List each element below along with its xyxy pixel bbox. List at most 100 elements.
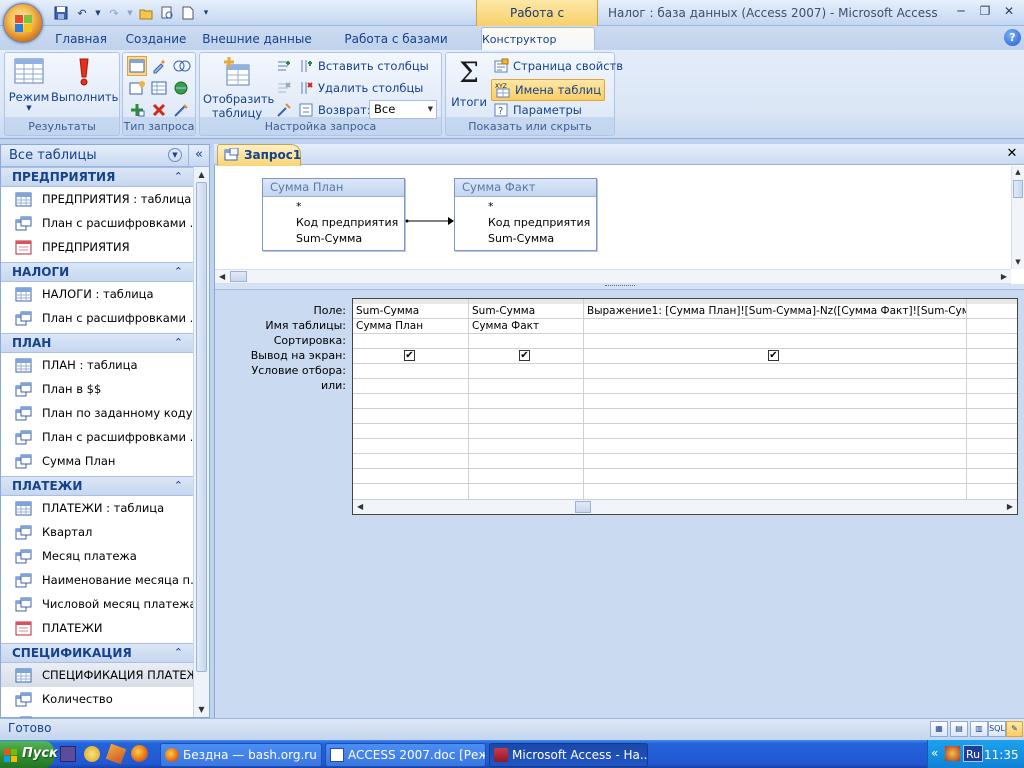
field-list-title[interactable]: Сумма Факт	[455, 179, 596, 197]
field-item[interactable]: *	[263, 199, 404, 215]
tab-home[interactable]: Главная	[50, 28, 112, 50]
sql-view-button[interactable]: SQL	[988, 721, 1006, 737]
nav-item[interactable]: Наименование месяца п...	[1, 568, 193, 592]
grid-hscrollbar[interactable]: ◀ ▶	[353, 499, 1017, 514]
field-item[interactable]: Код предприятия	[455, 215, 596, 231]
update-query-icon[interactable]	[151, 58, 167, 77]
grid-cell-table[interactable]: Сумма Факт	[469, 319, 583, 334]
nav-item[interactable]: ПРЕДПРИЯТИЯ	[1, 235, 193, 259]
nav-scrollbar[interactable]: ▲ ▼	[193, 167, 209, 717]
show-checkbox[interactable]: ✔	[768, 350, 779, 361]
run-button[interactable]: Выполнить	[51, 57, 118, 104]
undo-icon[interactable]: ↶	[73, 5, 91, 22]
nav-item[interactable]: ПЛАТЕЖИ : таблица	[1, 496, 193, 520]
nav-item[interactable]: ПЛАТЕЖИ	[1, 616, 193, 640]
nav-item[interactable]: ПРЕДПРИЯТИЯ : таблица	[1, 187, 193, 211]
query-design-grid[interactable]: Sum-Сумма Сумма План ✔ Sum-Сумма Сумма Ф…	[352, 298, 1018, 515]
nav-item[interactable]: Месяц платежа	[1, 544, 193, 568]
pivot-table-view-icon[interactable]: ▤	[950, 721, 968, 737]
show-checkbox[interactable]: ✔	[404, 350, 415, 361]
nav-collapse-icon[interactable]: «	[188, 145, 209, 167]
parameters-button[interactable]: ? Параметры	[493, 102, 582, 118]
grid-cell-table[interactable]: Сумма План	[353, 319, 467, 334]
field-item[interactable]: Sum-Сумма	[263, 231, 404, 247]
nav-item[interactable]: Числовой месяц платежа	[1, 592, 193, 616]
nav-item[interactable]: Сумма План	[1, 449, 193, 473]
return-dropdown-icon[interactable]: ▼	[428, 101, 433, 118]
scroll-right-icon[interactable]: ▶	[1007, 500, 1013, 514]
tab-database-tools[interactable]: Работа с базами данных	[322, 28, 470, 68]
tab-create[interactable]: Создание	[122, 28, 190, 50]
scroll-up-icon[interactable]: ▲	[1012, 166, 1024, 179]
scroll-thumb[interactable]	[575, 501, 591, 513]
builder-button[interactable]	[276, 102, 292, 118]
quicklaunch-firefox-icon[interactable]	[131, 745, 148, 762]
scroll-left-icon[interactable]: ◀	[357, 500, 363, 514]
redo-icon[interactable]: ↷	[105, 5, 123, 22]
task-access[interactable]: Microsoft Access - На...	[489, 743, 648, 767]
help-icon[interactable]: ?	[1004, 29, 1021, 46]
minimize-icon[interactable]: ─	[950, 2, 972, 20]
nav-scroll-down-icon[interactable]: ▼	[194, 702, 209, 717]
restore-icon[interactable]: ❐	[974, 2, 996, 20]
delete-columns-button[interactable]: Удалить столбцы	[298, 80, 423, 96]
nav-scroll-up-icon[interactable]: ▲	[194, 167, 209, 182]
start-button[interactable]: Пуск	[0, 741, 58, 768]
field-list-title[interactable]: Сумма План	[263, 179, 404, 197]
totals-button[interactable]: Σ Итоги	[450, 57, 488, 110]
tray-expand-icon[interactable]: «	[931, 746, 938, 760]
collapse-chevron-icon[interactable]: ⌃	[174, 263, 183, 281]
show-table-button[interactable]: Отобразить таблицу	[203, 57, 274, 120]
table-area-vscrollbar[interactable]: ▲ ▼	[1011, 166, 1024, 269]
close-window-icon[interactable]: ✕	[998, 2, 1020, 20]
close-query-icon[interactable]: ✕	[1004, 145, 1020, 162]
field-list-summa-plan[interactable]: Сумма План * Код предприятия Sum-Сумма	[262, 178, 405, 251]
grid-cell-field[interactable]: Sum-Сумма	[469, 304, 583, 319]
nav-pane-header[interactable]: Все таблицы ▼	[1, 145, 188, 167]
mode-button[interactable]: Режим ▼	[7, 57, 51, 112]
collapse-chevron-icon[interactable]: ⌃	[174, 168, 183, 186]
field-list-summa-fakt[interactable]: Сумма Факт * Код предприятия Sum-Сумма	[454, 178, 597, 251]
quicklaunch-app-icon[interactable]	[60, 746, 76, 762]
design-view-icon[interactable]: ✎	[1006, 721, 1023, 737]
return-combobox[interactable]: Все ▼	[369, 100, 437, 119]
grid-cell-field[interactable]: Sum-Сумма	[353, 304, 467, 319]
pivot-chart-view-icon[interactable]: ▥	[970, 721, 988, 737]
task-firefox[interactable]: Бездна — bash.org.ru - ...	[160, 743, 322, 767]
new-doc-icon[interactable]	[179, 5, 197, 22]
collapse-chevron-icon[interactable]: ⌃	[174, 477, 183, 495]
join-line[interactable]	[405, 214, 455, 228]
redo-dropdown-icon[interactable]: ▼	[126, 5, 134, 22]
nav-item[interactable]: План с расшифровками ...	[1, 425, 193, 449]
nav-item[interactable]: Количество	[1, 687, 193, 711]
tab-external-data[interactable]: Внешние данные	[202, 28, 312, 50]
nav-menu-dropdown-icon[interactable]: ▼	[168, 148, 182, 162]
nav-item[interactable]: План с расшифровками ...	[1, 306, 193, 330]
nav-item[interactable]: План с расшифровками ...	[1, 211, 193, 235]
select-query-icon[interactable]	[127, 56, 147, 76]
nav-group-header[interactable]: НАЛОГИ ⌃	[1, 262, 193, 282]
scroll-down-icon[interactable]: ▼	[1012, 256, 1024, 269]
customize-qat-icon[interactable]: ▾	[200, 5, 212, 22]
nav-item[interactable]: План по заданному коду ...	[1, 401, 193, 425]
union-query-icon[interactable]	[173, 80, 189, 99]
crosstab-query-icon[interactable]	[173, 58, 191, 77]
grid-cell-table[interactable]	[584, 319, 966, 334]
splitter-grip[interactable]	[605, 285, 635, 287]
quicklaunch-search-icon[interactable]	[84, 746, 100, 762]
scroll-right-icon[interactable]: ▶	[1001, 270, 1007, 283]
grid-cell-expression[interactable]: Выражение1: [Сумма План]![Sum-Сумма]-Nz(…	[584, 304, 966, 319]
scroll-thumb[interactable]	[1013, 180, 1023, 198]
nav-scroll-thumb[interactable]	[196, 182, 207, 672]
datasheet-view-icon[interactable]: ▦	[930, 721, 948, 737]
tab-designer[interactable]: Конструктор	[481, 27, 595, 51]
tray-app-icon[interactable]	[945, 746, 960, 761]
scroll-thumb[interactable]	[230, 271, 247, 282]
field-item[interactable]: Код предприятия	[263, 215, 404, 231]
print-preview-icon[interactable]	[158, 5, 176, 22]
property-sheet-button[interactable]: Страница свойств	[493, 58, 623, 74]
table-area-hscrollbar[interactable]: ◀ ▶	[215, 269, 1011, 284]
nav-item[interactable]: СПЕЦИФИКАЦИЯ ПЛАТЕЖ...	[1, 663, 193, 687]
save-icon[interactable]	[52, 5, 70, 22]
delete-rows-button[interactable]	[276, 80, 292, 96]
